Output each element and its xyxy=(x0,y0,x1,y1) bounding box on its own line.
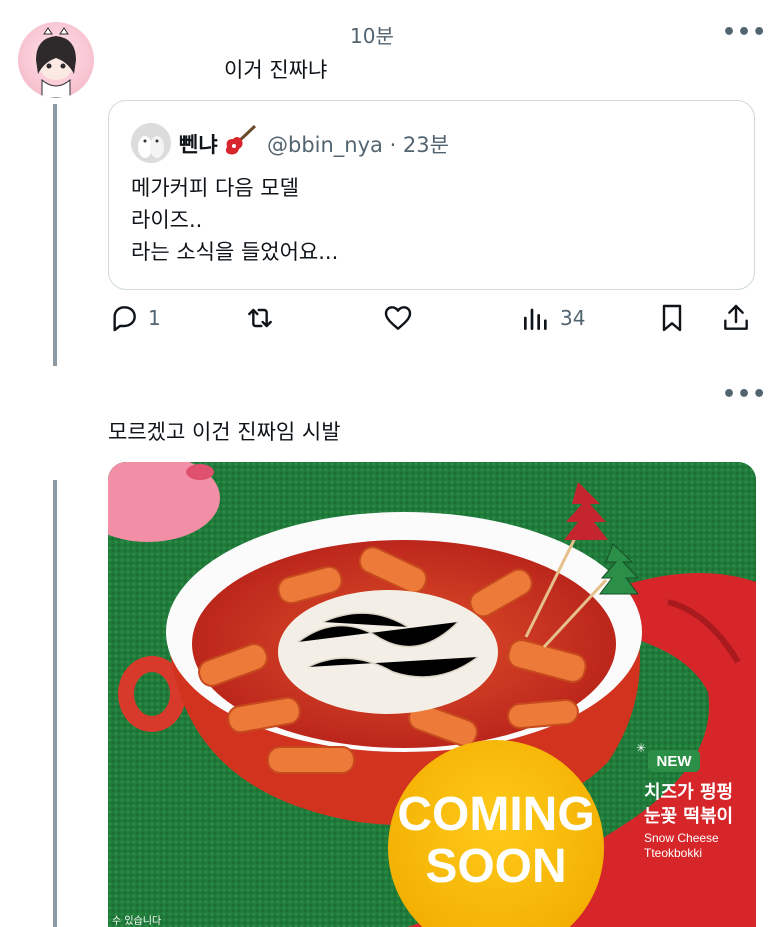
guitar-emoji-icon xyxy=(223,123,259,161)
tweet-text: 이거 진짜냐 xyxy=(224,58,328,82)
views-chart-icon xyxy=(524,308,547,330)
thread-connector xyxy=(53,480,57,927)
coming-soon-line1: COMING xyxy=(397,788,594,841)
share-button[interactable] xyxy=(720,302,752,334)
thread-connector xyxy=(53,104,57,366)
quoted-text-line: 라이즈.. xyxy=(131,208,203,232)
reply-count: 1 xyxy=(148,306,161,330)
quoted-text-line: 메가커피 다음 모델 xyxy=(131,176,299,200)
product-name-en-line2: Tteokbokki xyxy=(644,846,702,860)
tteokbokki-ad-image: COMING SOON ✳ NEW 치즈가 펑펑 눈꽃 떡볶이 Snow Che… xyxy=(108,462,756,927)
share-icon xyxy=(724,304,748,330)
tweet-actions: 1 34 xyxy=(108,302,756,342)
coming-soon-line2: SOON xyxy=(425,840,566,893)
svg-text:✳: ✳ xyxy=(636,741,646,755)
retweet-button[interactable] xyxy=(244,302,276,334)
ad-footnote: 수 있습니다 xyxy=(112,915,161,927)
like-button[interactable] xyxy=(382,302,414,334)
more-options-icon[interactable]: ••• xyxy=(722,20,767,45)
tweet-timestamp[interactable]: 10분 xyxy=(350,20,394,49)
views-count: 34 xyxy=(560,306,586,330)
heart-icon xyxy=(384,306,412,330)
product-name-en-line1: Snow Cheese xyxy=(644,831,719,845)
user-avatar[interactable] xyxy=(18,22,94,98)
views-button[interactable]: 34 xyxy=(520,302,585,334)
quoted-display-name[interactable]: 뻰냐 xyxy=(179,129,218,159)
new-badge: NEW xyxy=(657,753,693,770)
quoted-user-avatar[interactable] xyxy=(131,123,171,163)
bookmark-icon xyxy=(662,304,682,332)
bookmark-button[interactable] xyxy=(656,302,688,334)
reply-icon xyxy=(113,306,136,332)
product-name-ko-line1: 치즈가 펑펑 xyxy=(644,782,733,803)
tweet-photo[interactable]: COMING SOON ✳ NEW 치즈가 펑펑 눈꽃 떡볶이 Snow Che… xyxy=(108,462,756,927)
more-options-icon[interactable]: ••• xyxy=(722,382,767,407)
retweet-icon xyxy=(248,308,272,328)
product-name-ko-line2: 눈꽃 떡볶이 xyxy=(644,806,733,827)
quoted-tweet-card[interactable]: 뻰냐 @bbin_nya · 23분 메가커피 다음 모델 라이즈.. 라는 소… xyxy=(108,100,755,290)
reply-button[interactable]: 1 xyxy=(108,302,161,334)
quoted-handle-time[interactable]: @bbin_nya · 23분 xyxy=(267,129,449,159)
quoted-text-line: 라는 소식을 들었어요... xyxy=(131,240,339,264)
tweet-text: 모르겠고 이건 진짜임 시발 xyxy=(108,420,341,444)
